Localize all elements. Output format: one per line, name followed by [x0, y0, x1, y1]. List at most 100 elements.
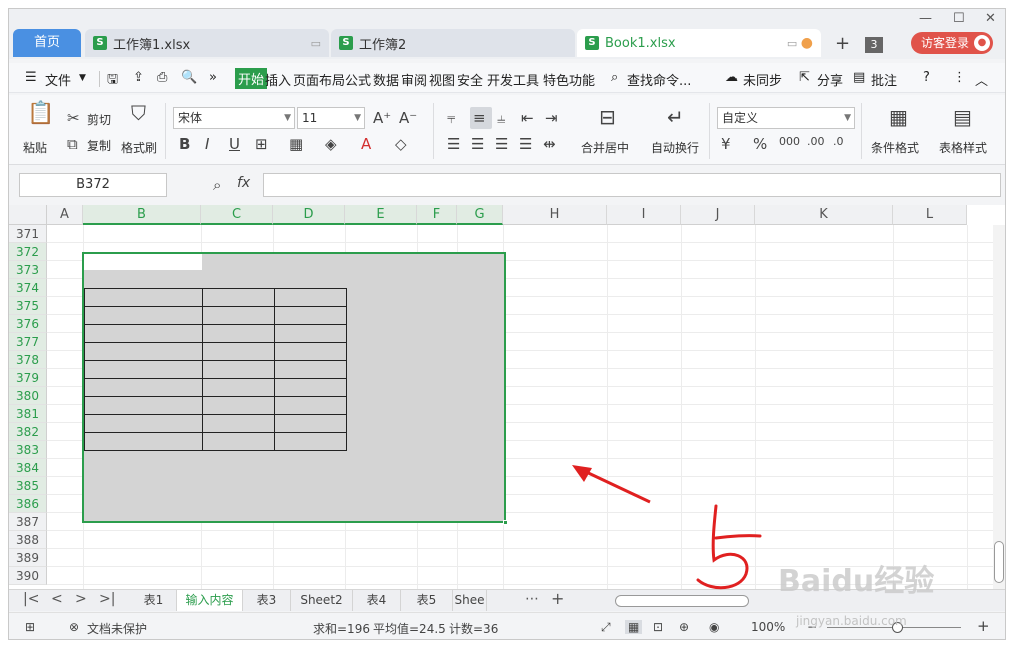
- table-cell[interactable]: [84, 360, 203, 379]
- protection-status[interactable]: 文档未保护: [87, 620, 147, 637]
- prev-sheet-icon[interactable]: <: [51, 591, 63, 607]
- table-cell[interactable]: [202, 288, 275, 307]
- table-cell[interactable]: [274, 396, 347, 415]
- increase-font-icon[interactable]: A⁺: [373, 109, 391, 127]
- table-cell[interactable]: [274, 288, 347, 307]
- font-color-icon[interactable]: A: [361, 135, 371, 153]
- indent-icon[interactable]: ⇥: [545, 109, 558, 127]
- collapse-ribbon-icon[interactable]: ︿: [975, 70, 988, 89]
- increase-decimal-icon[interactable]: .00: [807, 135, 825, 148]
- menu-data[interactable]: 数据: [373, 70, 399, 89]
- menu-page-layout[interactable]: 页面布局: [293, 70, 345, 89]
- row-header-389[interactable]: 389: [9, 549, 47, 567]
- sheet-tab-6[interactable]: Shee: [453, 590, 487, 611]
- more-sheets-icon[interactable]: ⋯: [525, 591, 539, 607]
- column-header-d[interactable]: D: [273, 205, 345, 225]
- row-header-378[interactable]: 378: [9, 351, 47, 369]
- currency-icon[interactable]: ¥: [721, 135, 731, 153]
- align-left-icon[interactable]: ☰: [447, 135, 460, 153]
- menu-file[interactable]: 文件: [45, 70, 71, 89]
- horizontal-scroll-thumb[interactable]: [615, 595, 749, 607]
- save-icon[interactable]: 🖫: [107, 70, 118, 92]
- conditional-format-icon[interactable]: ▦: [889, 105, 908, 129]
- cut-icon[interactable]: ✂: [67, 109, 80, 127]
- column-header-h[interactable]: H: [503, 205, 607, 225]
- border-icon[interactable]: ⊞: [255, 135, 268, 153]
- align-right-icon[interactable]: ☰: [495, 135, 508, 153]
- table-style-button[interactable]: 表格样式: [939, 139, 987, 156]
- format-painter-button[interactable]: 格式刷: [121, 139, 157, 156]
- row-header-388[interactable]: 388: [9, 531, 47, 549]
- spreadsheet-grid[interactable]: ABCDEFGHIJKL 371 372 373 374 375 376 377 378 379…: [9, 205, 1005, 589]
- table-cell[interactable]: [274, 414, 347, 433]
- copy-icon[interactable]: ⧉: [67, 135, 78, 153]
- table-cell[interactable]: [274, 324, 347, 343]
- export-icon[interactable]: ⇪: [133, 70, 144, 85]
- row-header-384[interactable]: 384: [9, 459, 47, 477]
- doc-tab-book1[interactable]: S Book1.xlsx ▭ ●: [577, 29, 821, 57]
- paste-icon[interactable]: 📋: [27, 101, 54, 126]
- column-header-c[interactable]: C: [201, 205, 273, 225]
- sync-status[interactable]: 未同步: [743, 70, 782, 89]
- doc-tab-workbook1[interactable]: S 工作簿1.xlsx ▭: [85, 29, 329, 57]
- row-header-385[interactable]: 385: [9, 477, 47, 495]
- menu-insert[interactable]: 插入: [265, 70, 291, 89]
- table-cell[interactable]: [202, 378, 275, 397]
- monitor-icon[interactable]: ▭: [311, 37, 321, 50]
- chevron-down-icon[interactable]: ▼: [79, 73, 86, 83]
- menu-view[interactable]: 视图: [429, 70, 455, 89]
- table-cell[interactable]: [274, 378, 347, 397]
- doc-tab-workbook2[interactable]: S 工作簿2: [331, 29, 575, 57]
- zoom-level[interactable]: 100%: [751, 620, 785, 634]
- column-header-f[interactable]: F: [417, 205, 457, 225]
- column-header-a[interactable]: A: [47, 205, 83, 225]
- help-icon[interactable]: ?: [923, 70, 930, 85]
- wrap-text-button[interactable]: 自动换行: [651, 139, 699, 156]
- number-format-select[interactable]: 自定义 ▼: [717, 107, 855, 129]
- more-arrows-icon[interactable]: »: [209, 70, 217, 85]
- sheet-tab-5[interactable]: 表5: [401, 590, 453, 611]
- column-header-e[interactable]: E: [345, 205, 417, 225]
- zoom-magnifier-icon[interactable]: ⌕: [213, 176, 221, 194]
- window-count-badge[interactable]: 3: [865, 37, 883, 53]
- guest-login-button[interactable]: 访客登录 ●: [911, 32, 993, 54]
- close-icon[interactable]: ✕: [985, 11, 996, 26]
- column-header-b[interactable]: B: [83, 205, 201, 225]
- table-cell[interactable]: [274, 306, 347, 325]
- table-cell[interactable]: [84, 378, 203, 397]
- add-sheet-icon[interactable]: +: [551, 589, 564, 608]
- row-header-387[interactable]: 387: [9, 513, 47, 531]
- workspace-icon[interactable]: ⊞: [25, 620, 35, 634]
- hamburger-icon[interactable]: ☰: [25, 70, 37, 85]
- row-header-371[interactable]: 371: [9, 225, 47, 243]
- decrease-font-icon[interactable]: A⁻: [399, 109, 417, 127]
- fullscreen-icon[interactable]: ⤢: [601, 620, 611, 635]
- more-icon[interactable]: ⋮: [953, 70, 966, 85]
- table-cell[interactable]: [84, 288, 203, 307]
- row-header-380[interactable]: 380: [9, 387, 47, 405]
- fill-handle[interactable]: [503, 520, 508, 525]
- sheet-tab-0[interactable]: 表1: [131, 590, 177, 611]
- table-cell[interactable]: [202, 414, 275, 433]
- row-header-376[interactable]: 376: [9, 315, 47, 333]
- table-cell[interactable]: [84, 414, 203, 433]
- sheet-tab-4[interactable]: 表4: [353, 590, 401, 611]
- row-header-373[interactable]: 373: [9, 261, 47, 279]
- fx-icon[interactable]: fx: [237, 175, 250, 191]
- maximize-icon[interactable]: ☐: [953, 11, 965, 26]
- normal-view-icon[interactable]: ▦: [625, 620, 643, 634]
- merge-center-button[interactable]: 合并居中: [581, 139, 629, 156]
- formula-input[interactable]: [263, 173, 1001, 197]
- fill-color-icon[interactable]: ◈: [325, 135, 337, 153]
- table-cell[interactable]: [202, 342, 275, 361]
- outdent-icon[interactable]: ⇤: [521, 109, 534, 127]
- percent-icon[interactable]: %: [753, 135, 767, 153]
- underline-icon[interactable]: U: [229, 135, 240, 153]
- column-header-j[interactable]: J: [681, 205, 755, 225]
- menu-formula[interactable]: 公式: [345, 70, 371, 89]
- format-painter-icon[interactable]: ⛉: [131, 101, 146, 125]
- thousands-icon[interactable]: 000: [779, 135, 800, 148]
- align-top-icon[interactable]: ⫧: [447, 109, 455, 127]
- row-header-381[interactable]: 381: [9, 405, 47, 423]
- column-header-g[interactable]: G: [457, 205, 503, 225]
